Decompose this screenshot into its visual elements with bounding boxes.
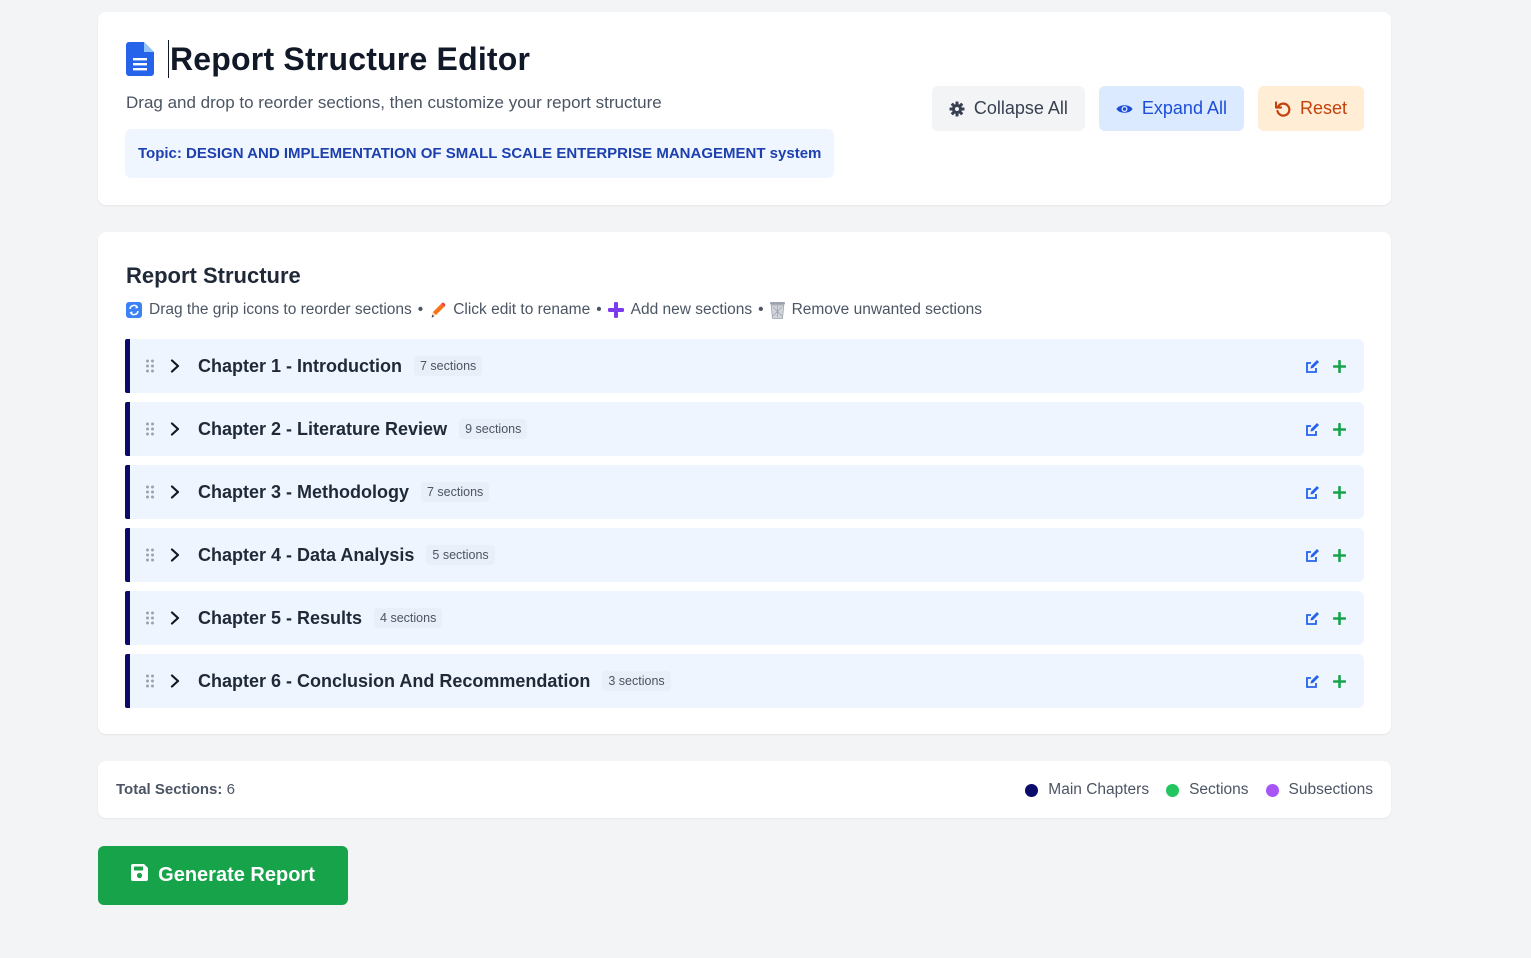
add-section-icon[interactable] xyxy=(1333,422,1346,436)
chevron-right-icon[interactable] xyxy=(169,485,181,499)
legend-label: Main Chapters xyxy=(1048,781,1150,798)
chapter-actions xyxy=(1305,402,1346,456)
legend-dot xyxy=(1265,783,1279,797)
chevron-right-icon[interactable] xyxy=(169,611,181,625)
section-count-badge: 9 sections xyxy=(459,419,528,439)
hint-separator: • xyxy=(596,301,602,318)
generate-report-label: Generate Report xyxy=(158,864,315,886)
chevron-right-icon[interactable] xyxy=(169,548,181,562)
section-count-badge: 7 sections xyxy=(421,482,490,502)
chapter-title: Chapter 1 - Introduction xyxy=(198,355,402,376)
edit-icon[interactable] xyxy=(1305,422,1320,437)
plus-icon xyxy=(607,302,624,318)
undo-icon xyxy=(1274,100,1291,117)
reset-button[interactable]: Reset xyxy=(1257,86,1364,131)
gear-icon xyxy=(949,101,965,117)
chapter-list: Chapter 1 - Introduction 7 sections Chapte… xyxy=(125,339,1364,717)
total-value: 6 xyxy=(226,781,235,798)
chapter-title: Chapter 4 - Data Analysis xyxy=(198,544,415,565)
eye-icon xyxy=(1116,103,1133,115)
hint-edit: Click edit to rename xyxy=(453,301,591,318)
expand-all-button[interactable]: Expand All xyxy=(1098,86,1244,131)
grip-icon[interactable] xyxy=(145,485,155,499)
edit-icon[interactable] xyxy=(1305,674,1320,689)
chapter-actions xyxy=(1305,528,1346,582)
page-title: Report Structure Editor xyxy=(168,40,531,78)
chapter-actions xyxy=(1305,339,1346,393)
structure-card: Report Structure Drag the grip icons to … xyxy=(98,232,1391,734)
chapter-actions xyxy=(1305,465,1346,519)
grip-icon[interactable] xyxy=(145,548,155,562)
chapter-row[interactable]: Chapter 4 - Data Analysis 5 sections xyxy=(125,528,1364,582)
wastebasket-icon xyxy=(769,301,785,319)
chapter-title: Chapter 6 - Conclusion And Recommendatio… xyxy=(198,670,591,691)
legend: Main Chapters Sections Subsections xyxy=(1025,781,1373,799)
structure-title: Report Structure xyxy=(126,263,301,288)
document-icon xyxy=(126,42,154,76)
legend-item-main-chapters: Main Chapters xyxy=(1025,781,1149,799)
section-count-badge: 3 sections xyxy=(602,671,671,691)
chapter-row[interactable]: Chapter 3 - Methodology 7 sections xyxy=(125,465,1364,519)
chapter-actions xyxy=(1305,654,1346,708)
grip-icon[interactable] xyxy=(145,611,155,625)
legend-label: Sections xyxy=(1189,781,1249,798)
refresh-icon xyxy=(126,302,142,318)
pencil-icon xyxy=(429,302,446,319)
grip-icon[interactable] xyxy=(145,422,155,436)
instructions: Drag the grip icons to reorder sections … xyxy=(126,301,982,319)
title-row: Report Structure Editor xyxy=(126,40,530,78)
hint-add: Add new sections xyxy=(630,301,753,318)
chapter-title: Chapter 2 - Literature Review xyxy=(198,418,448,439)
expand-all-label: Expand All xyxy=(1141,98,1227,118)
grip-icon[interactable] xyxy=(145,674,155,688)
chevron-right-icon[interactable] xyxy=(169,422,181,436)
legend-label: Subsections xyxy=(1288,781,1373,798)
page-subtitle: Drag and drop to reorder sections, then … xyxy=(126,93,662,112)
total-label: Total Sections: xyxy=(116,781,223,798)
summary-bar: Total Sections: 6 Main Chapters Sections… xyxy=(98,761,1391,818)
chapter-title: Chapter 5 - Results xyxy=(198,607,363,628)
reset-label: Reset xyxy=(1299,98,1347,118)
chapter-row[interactable]: Chapter 2 - Literature Review 9 sections xyxy=(125,402,1364,456)
topic-badge: Topic: DESIGN AND IMPLEMENTATION OF SMAL… xyxy=(125,129,835,178)
legend-item-subsections: Subsections xyxy=(1265,781,1373,799)
hint-separator: • xyxy=(758,301,764,318)
toolbar: Collapse All Expand All Reset xyxy=(931,86,1364,131)
legend-item-sections: Sections xyxy=(1166,781,1249,799)
chapter-actions xyxy=(1305,591,1346,645)
section-count-badge: 5 sections xyxy=(426,545,495,565)
chapter-row[interactable]: Chapter 5 - Results 4 sections xyxy=(125,591,1364,645)
total-sections: Total Sections: 6 xyxy=(116,781,235,798)
hint-separator: • xyxy=(417,301,424,318)
add-section-icon[interactable] xyxy=(1333,485,1346,499)
add-section-icon[interactable] xyxy=(1333,359,1346,373)
chevron-right-icon[interactable] xyxy=(169,674,181,688)
collapse-all-button[interactable]: Collapse All xyxy=(931,86,1085,131)
section-count-badge: 4 sections xyxy=(374,608,443,628)
add-section-icon[interactable] xyxy=(1333,548,1346,562)
chapter-title: Chapter 3 - Methodology xyxy=(198,481,409,502)
add-section-icon[interactable] xyxy=(1333,611,1346,625)
chapter-row[interactable]: Chapter 1 - Introduction 7 sections xyxy=(125,339,1364,393)
hint-remove: Remove unwanted sections xyxy=(791,301,982,318)
generate-report-button[interactable]: Generate Report xyxy=(98,846,348,905)
edit-icon[interactable] xyxy=(1305,611,1320,626)
grip-icon[interactable] xyxy=(145,359,155,373)
save-icon xyxy=(131,864,149,887)
collapse-all-label: Collapse All xyxy=(973,98,1068,118)
header-card: Report Structure Editor Drag and drop to… xyxy=(98,12,1391,205)
add-section-icon[interactable] xyxy=(1333,674,1346,688)
legend-dot xyxy=(1166,783,1180,797)
edit-icon[interactable] xyxy=(1305,359,1320,374)
legend-dot xyxy=(1025,783,1039,797)
chapter-row[interactable]: Chapter 6 - Conclusion And Recommendatio… xyxy=(125,654,1364,708)
section-count-badge: 7 sections xyxy=(414,356,483,376)
edit-icon[interactable] xyxy=(1305,485,1320,500)
chevron-right-icon[interactable] xyxy=(169,359,181,373)
hint-drag: Drag the grip icons to reorder sections xyxy=(149,301,412,318)
edit-icon[interactable] xyxy=(1305,548,1320,563)
